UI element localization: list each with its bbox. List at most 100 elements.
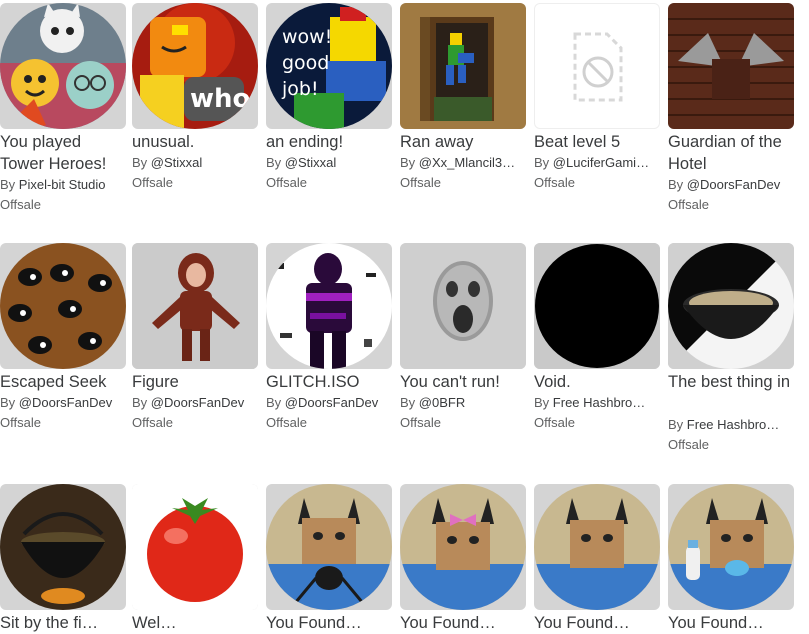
badge-thumbnail[interactable]	[668, 484, 794, 610]
badge-thumbnail[interactable]	[132, 484, 258, 610]
badge-thumbnail[interactable]	[0, 484, 126, 610]
badge-thumbnail[interactable]	[534, 484, 660, 610]
creator-link[interactable]: Free Hashbro…	[553, 395, 645, 410]
badge-name[interactable]: an ending!	[266, 131, 392, 153]
badge-name[interactable]: You played Tower Heroes!	[0, 131, 126, 175]
badge-meta: By @LuciferGami… Offsale	[534, 153, 660, 193]
price-label: Offsale	[0, 415, 41, 430]
badge-meta: By @0BFR Offsale	[400, 393, 526, 433]
whoa-image: whoa!	[132, 3, 258, 129]
by-label: By	[400, 155, 419, 170]
wow-good-job-image: wow! good job!	[266, 3, 392, 129]
price-label: Offsale	[266, 175, 307, 190]
creator-line: By @Xx_Mlancil3…	[400, 153, 526, 173]
cauldron-image	[0, 484, 126, 610]
badge-thumbnail[interactable]	[400, 3, 526, 129]
badge-name[interactable]: Figure	[132, 371, 258, 393]
badge-thumbnail[interactable]	[132, 243, 258, 369]
price-label: Offsale	[266, 415, 307, 430]
glitch-image	[266, 243, 392, 369]
badge-thumbnail[interactable]	[534, 243, 660, 369]
badge-meta: By @Xx_Mlancil3… Offsale	[400, 153, 526, 193]
by-label: By	[668, 417, 687, 432]
badge-thumbnail[interactable]	[0, 3, 126, 129]
badge-meta: By @Stixxal Offsale	[132, 153, 258, 193]
creator-line: By @LuciferGami…	[534, 153, 660, 173]
tomato-image	[132, 484, 258, 610]
price-label: Offsale	[132, 175, 173, 190]
creator-link[interactable]: @DoorsFanDev	[285, 395, 378, 410]
badge-meta: By Free Hashbro… Offsale	[534, 393, 660, 433]
badge-thumbnail[interactable]: wow! good job!	[266, 3, 392, 129]
badge-name[interactable]: You Found…	[266, 612, 392, 634]
badge-name[interactable]: You can't run!	[400, 371, 526, 393]
creator-link[interactable]: @0BFR	[419, 395, 465, 410]
creator-line: By @Stixxal	[266, 153, 392, 173]
badge-name[interactable]: unusual.	[132, 131, 258, 153]
badge-thumbnail[interactable]	[266, 484, 392, 610]
badge-thumbnail[interactable]	[0, 243, 126, 369]
creator-link[interactable]: @Xx_Mlancil3…	[419, 155, 515, 170]
svg-text:good: good	[282, 52, 329, 74]
by-label: By	[668, 177, 687, 192]
badge-thumbnail[interactable]	[400, 484, 526, 610]
floppa-bow-image	[400, 484, 526, 610]
badge-name[interactable]: Beat level 5	[534, 131, 660, 153]
badge-name[interactable]: Guardian of the Hotel	[668, 131, 794, 175]
creator-link[interactable]: @DoorsFanDev	[19, 395, 112, 410]
creator-line: By @0BFR	[400, 393, 526, 413]
bowl-image	[668, 243, 794, 369]
badge-name[interactable]: You Found…	[534, 612, 660, 634]
creator-line: By Free Hashbro…	[534, 393, 660, 413]
badge-thumbnail[interactable]	[668, 243, 794, 369]
creator-line: By @DoorsFanDev	[668, 175, 794, 195]
screaming-face-image	[400, 243, 526, 369]
by-label: By	[534, 395, 553, 410]
badge-thumbnail[interactable]	[534, 3, 660, 129]
badge-meta: By @Stixxal Offsale	[266, 153, 392, 193]
badge-meta: By @DoorsFanDev Offsale	[132, 393, 258, 433]
void-image	[534, 243, 660, 369]
price-label: Offsale	[132, 415, 173, 430]
badge-name[interactable]: You Found…	[668, 612, 794, 634]
creator-link[interactable]: Free Hashbro…	[687, 417, 779, 432]
creator-link[interactable]: @DoorsFanDev	[687, 177, 780, 192]
badge-name[interactable]: Ran away	[400, 131, 526, 153]
by-label: By	[266, 155, 285, 170]
svg-text:whoa!: whoa!	[190, 84, 258, 114]
svg-text:job!: job!	[281, 78, 319, 100]
creator-link[interactable]: @Stixxal	[285, 155, 337, 170]
creator-line: By @DoorsFanDev	[132, 393, 258, 413]
badge-thumbnail[interactable]	[400, 243, 526, 369]
price-label: Offsale	[0, 197, 41, 212]
badge-name[interactable]: Wel…	[132, 612, 258, 634]
figure-image	[132, 243, 258, 369]
badge-name[interactable]: You Found…	[400, 612, 526, 634]
badge-name[interactable]: Void.	[534, 371, 660, 393]
ran-away-image	[400, 3, 526, 129]
by-label: By	[534, 155, 553, 170]
badge-thumbnail[interactable]	[266, 243, 392, 369]
creator-link[interactable]: @DoorsFanDev	[151, 395, 244, 410]
creator-link[interactable]: Pixel-bit Studio	[19, 177, 106, 192]
escaped-seek-image	[0, 243, 126, 369]
creator-line: By @Stixxal	[132, 153, 258, 173]
price-label: Offsale	[534, 175, 575, 190]
badge-name[interactable]: GLITCH.ISO	[266, 371, 392, 393]
badge-name[interactable]: Escaped Seek	[0, 371, 126, 393]
floppa-plain-image	[534, 484, 660, 610]
creator-link[interactable]: @LuciferGami…	[553, 155, 649, 170]
unavailable-image-icon	[573, 32, 623, 102]
badge-thumbnail[interactable]: whoa!	[132, 3, 258, 129]
creator-line: By @DoorsFanDev	[0, 393, 126, 413]
by-label: By	[0, 177, 19, 192]
guardian-image	[668, 3, 794, 129]
creator-link[interactable]: @Stixxal	[151, 155, 203, 170]
price-label: Offsale	[668, 437, 709, 452]
badge-name[interactable]: Sit by the fi…	[0, 612, 126, 634]
badge-thumbnail[interactable]	[668, 3, 794, 129]
badge-name[interactable]: The best thing in	[668, 371, 794, 393]
badge-meta: By Free Hashbro… Offsale	[668, 415, 794, 455]
by-label: By	[132, 155, 151, 170]
price-label: Offsale	[400, 415, 441, 430]
